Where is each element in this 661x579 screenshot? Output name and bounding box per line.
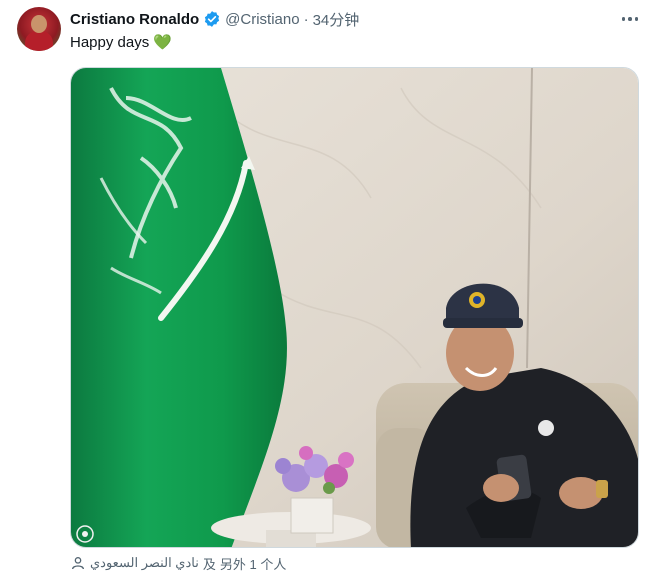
header-separator: · [303, 10, 309, 28]
tweet-timestamp[interactable]: 34分钟 [313, 9, 360, 30]
photo-image [71, 68, 638, 547]
tweet-text: Happy days 💚 [70, 34, 173, 51]
avatar-face [31, 15, 47, 33]
tweet-header: Cristiano Ronaldo @Cristiano · 34分钟 [70, 8, 359, 30]
avatar-body [25, 31, 53, 51]
author-handle[interactable]: @Cristiano [225, 11, 299, 28]
tagged-user-first[interactable]: نادي النصر السعودي [90, 555, 199, 571]
user-tag-icon [72, 557, 84, 570]
tweet-photo[interactable] [70, 67, 639, 548]
author-avatar[interactable] [17, 7, 61, 51]
more-options-button[interactable] [619, 9, 641, 29]
author-name[interactable]: Cristiano Ronaldo [70, 11, 199, 28]
verified-badge-icon [205, 11, 220, 27]
tag-joiner: 及 [202, 556, 216, 572]
more-horizontal-icon [621, 17, 626, 21]
tagged-users[interactable]: نادي النصر السعودي 及 另外 1 个人 [70, 553, 286, 573]
tagged-users-others[interactable]: 另外 1 个人 [220, 554, 286, 573]
